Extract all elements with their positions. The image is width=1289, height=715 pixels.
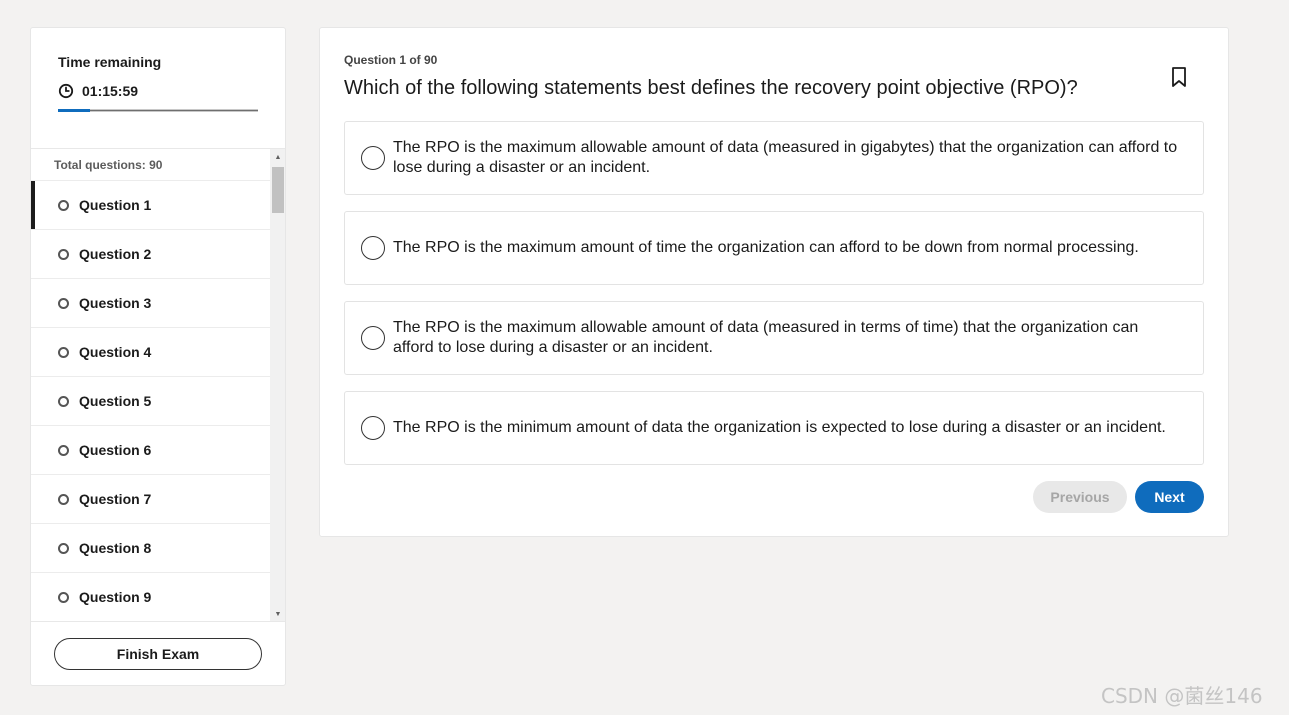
- answer-option-text: The RPO is the maximum amount of time th…: [393, 239, 1139, 256]
- question-nav-label: Question 8: [79, 540, 152, 556]
- question-nav-item-9[interactable]: Question 9: [31, 573, 270, 621]
- timer-title: Time remaining: [58, 54, 162, 70]
- unanswered-status-icon: [58, 493, 69, 505]
- radio-button[interactable]: [361, 236, 385, 260]
- next-button[interactable]: Next: [1135, 481, 1204, 513]
- radio-button[interactable]: [361, 416, 385, 440]
- finish-exam-button[interactable]: Finish Exam: [54, 638, 262, 670]
- question-nav-item-6[interactable]: Question 6: [31, 426, 270, 475]
- unanswered-status-icon: [58, 297, 69, 309]
- question-card: Question 1 of 90 Which of the following …: [319, 27, 1229, 537]
- question-nav-item-3[interactable]: Question 3: [31, 279, 270, 328]
- question-list-container: Total questions: 90 Question 1 Question 2…: [31, 149, 285, 622]
- question-nav-label: Question 1: [79, 197, 152, 213]
- previous-button[interactable]: Previous: [1033, 481, 1127, 513]
- question-nav-item-2[interactable]: Question 2: [31, 230, 270, 279]
- timer-row: 01:15:59: [58, 83, 257, 99]
- scroll-down-arrow-icon[interactable]: ▼: [270, 606, 285, 621]
- answer-option-text: The RPO is the maximum allowable amount …: [393, 319, 1139, 356]
- unanswered-status-icon: [58, 199, 69, 211]
- question-nav-label: Question 6: [79, 442, 152, 458]
- radio-button[interactable]: [361, 146, 385, 170]
- unanswered-status-icon: [58, 542, 69, 554]
- question-text: Which of the following statements best d…: [344, 77, 1078, 99]
- radio-button[interactable]: [361, 326, 385, 350]
- question-nav-item-4[interactable]: Question 4: [31, 328, 270, 377]
- question-nav-label: Question 9: [79, 589, 152, 605]
- answer-option-1[interactable]: The RPO is the maximum allowable amount …: [344, 121, 1204, 195]
- total-questions-label: Total questions: 90: [31, 149, 270, 181]
- question-list: Total questions: 90 Question 1 Question 2…: [31, 149, 270, 621]
- timer-panel: Time remaining 01:15:59: [31, 28, 285, 149]
- question-sidebar: Time remaining 01:15:59 Total questions:…: [30, 27, 286, 686]
- question-list-scrollbar[interactable]: ▲ ▼: [270, 149, 285, 621]
- bookmark-icon[interactable]: [1170, 66, 1188, 88]
- question-counter: Question 1 of 90: [344, 53, 438, 67]
- question-nav-item-8[interactable]: Question 8: [31, 524, 270, 573]
- timer-progress-fill: [58, 109, 90, 112]
- scroll-up-arrow-icon[interactable]: ▲: [270, 149, 285, 165]
- question-nav-label: Question 5: [79, 393, 152, 409]
- question-nav-label: Question 7: [79, 491, 152, 507]
- answer-option-text: The RPO is the minimum amount of data th…: [393, 419, 1166, 436]
- question-nav-item-5[interactable]: Question 5: [31, 377, 270, 426]
- question-nav-label: Question 3: [79, 295, 152, 311]
- answer-option-4[interactable]: The RPO is the minimum amount of data th…: [344, 391, 1204, 465]
- question-nav-label: Question 2: [79, 246, 152, 262]
- answer-option-2[interactable]: The RPO is the maximum amount of time th…: [344, 211, 1204, 285]
- scroll-thumb[interactable]: [272, 167, 284, 213]
- unanswered-status-icon: [58, 444, 69, 456]
- unanswered-status-icon: [58, 248, 69, 260]
- question-nav-item-1[interactable]: Question 1: [31, 181, 270, 230]
- unanswered-status-icon: [58, 591, 69, 603]
- question-nav-item-7[interactable]: Question 7: [31, 475, 270, 524]
- unanswered-status-icon: [58, 346, 69, 358]
- clock-icon: [58, 83, 74, 99]
- answer-option-text: The RPO is the maximum allowable amount …: [393, 139, 1178, 176]
- watermark: CSDN @菌丝146: [1101, 684, 1263, 708]
- unanswered-status-icon: [58, 395, 69, 407]
- timer-value: 01:15:59: [82, 83, 139, 99]
- timer-progress-bar: [58, 109, 258, 112]
- question-nav-label: Question 4: [79, 344, 152, 360]
- answer-option-3[interactable]: The RPO is the maximum allowable amount …: [344, 301, 1204, 375]
